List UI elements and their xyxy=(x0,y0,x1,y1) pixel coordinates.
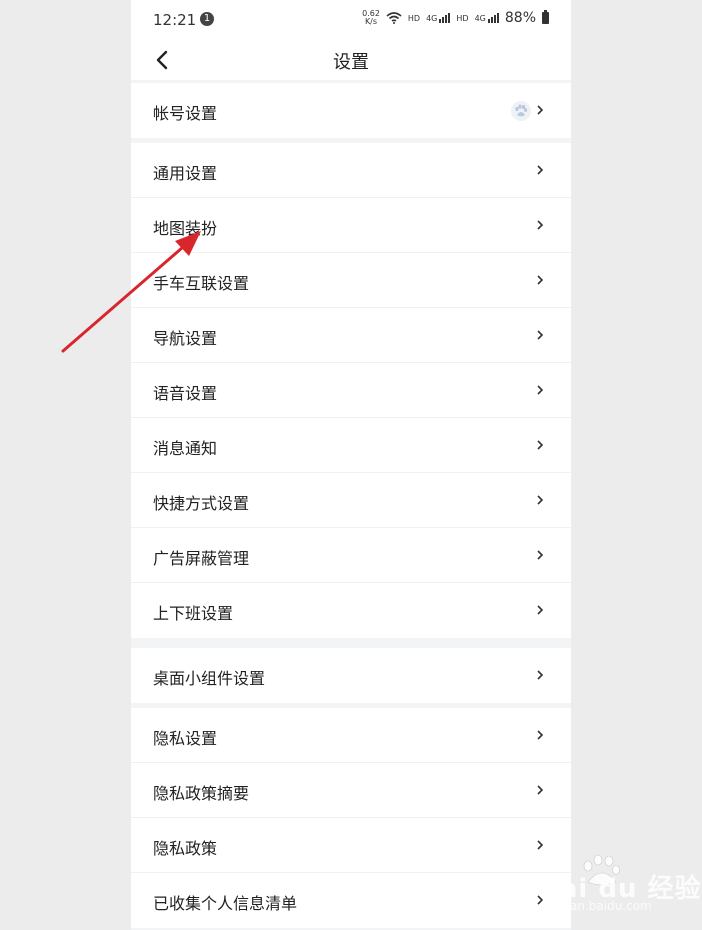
settings-item-privacy[interactable]: 隐私设置 xyxy=(131,708,571,763)
chevron-right-icon xyxy=(537,550,544,560)
settings-item-label: 语音设置 xyxy=(153,384,218,403)
battery-icon xyxy=(542,10,549,24)
settings-group-privacy: 隐私设置 隐私政策摘要 隐私政策 已收集个人信息清单 xyxy=(131,708,571,928)
network-speed-unit: K/s xyxy=(364,17,378,26)
settings-item-label: 隐私政策摘要 xyxy=(153,784,250,803)
chevron-right-icon xyxy=(537,220,544,230)
wifi-icon xyxy=(386,12,402,24)
chevron-right-icon xyxy=(537,105,544,115)
settings-item-shortcuts[interactable]: 快捷方式设置 xyxy=(131,473,571,528)
annotation-arrow-icon xyxy=(61,231,201,353)
settings-item-label: 隐私设置 xyxy=(153,729,218,748)
settings-item-privacy-summary[interactable]: 隐私政策摘要 xyxy=(131,763,571,818)
settings-group-general: 通用设置 地图装扮 手车互联设置 导航设置 语音设置 消息通知 快捷方式设置 广… xyxy=(131,143,571,638)
settings-item-label: 快捷方式设置 xyxy=(153,494,250,513)
settings-item-label: 已收集个人信息清单 xyxy=(153,894,298,913)
settings-item-label: 隐私政策 xyxy=(153,839,218,858)
chevron-right-icon xyxy=(537,605,544,615)
settings-item-commute[interactable]: 上下班设置 xyxy=(131,583,571,638)
page-title: 设置 xyxy=(333,52,369,73)
settings-item-label: 通用设置 xyxy=(153,164,218,183)
chevron-right-icon xyxy=(537,385,544,395)
settings-item-label: 上下班设置 xyxy=(153,604,234,623)
settings-item-general[interactable]: 通用设置 xyxy=(131,143,571,198)
settings-item-label: 消息通知 xyxy=(153,439,218,458)
settings-group-account: 帐号设置 xyxy=(131,83,571,138)
chevron-right-icon xyxy=(537,440,544,450)
chevron-right-icon xyxy=(537,275,544,285)
phone-screen: 12:21 1 0.62 K/s HD 4G HD 4G 88% 设置 帐号设置… xyxy=(131,0,571,930)
settings-item-desktop-widgets[interactable]: 桌面小组件设置 xyxy=(131,648,571,703)
settings-item-notifications[interactable]: 消息通知 xyxy=(131,418,571,473)
chevron-right-icon xyxy=(537,730,544,740)
settings-item-account[interactable]: 帐号设置 xyxy=(131,83,571,138)
status-time: 12:21 xyxy=(153,11,197,29)
notification-badge: 1 xyxy=(200,12,214,26)
chevron-right-icon xyxy=(537,840,544,850)
network-speed: 0.62 K/s xyxy=(362,10,380,26)
signal-icon-2: 4G xyxy=(475,13,499,23)
network-type-1: 4G xyxy=(426,14,438,23)
settings-item-label: 桌面小组件设置 xyxy=(153,669,266,688)
settings-item-voice[interactable]: 语音设置 xyxy=(131,363,571,418)
battery-percent: 88% xyxy=(504,10,536,26)
settings-item-ad-block[interactable]: 广告屏蔽管理 xyxy=(131,528,571,583)
header: 设置 xyxy=(131,40,571,80)
chevron-right-icon xyxy=(537,785,544,795)
network-type-2: 4G xyxy=(474,14,486,23)
status-icons: 0.62 K/s HD 4G HD 4G 88% xyxy=(362,10,549,26)
signal-icon-1: 4G xyxy=(426,13,451,23)
settings-group-widgets: 桌面小组件设置 xyxy=(131,648,571,703)
status-bar: 12:21 1 0.62 K/s HD 4G HD 4G 88% xyxy=(131,0,571,40)
chevron-right-icon xyxy=(537,330,544,340)
chevron-right-icon xyxy=(537,495,544,505)
hd-label-2: HD xyxy=(456,13,469,23)
watermark-url: jingyan.baidu.com xyxy=(541,899,652,913)
baidu-paw-avatar-icon xyxy=(511,101,531,121)
chevron-right-icon xyxy=(537,165,544,175)
settings-item-privacy-policy[interactable]: 隐私政策 xyxy=(131,818,571,873)
hd-label-1: HD xyxy=(407,13,421,23)
chevron-right-icon xyxy=(537,670,544,680)
settings-item-label: 广告屏蔽管理 xyxy=(153,549,250,568)
settings-item-collected-info[interactable]: 已收集个人信息清单 xyxy=(131,873,571,928)
settings-item-label: 帐号设置 xyxy=(153,104,218,123)
